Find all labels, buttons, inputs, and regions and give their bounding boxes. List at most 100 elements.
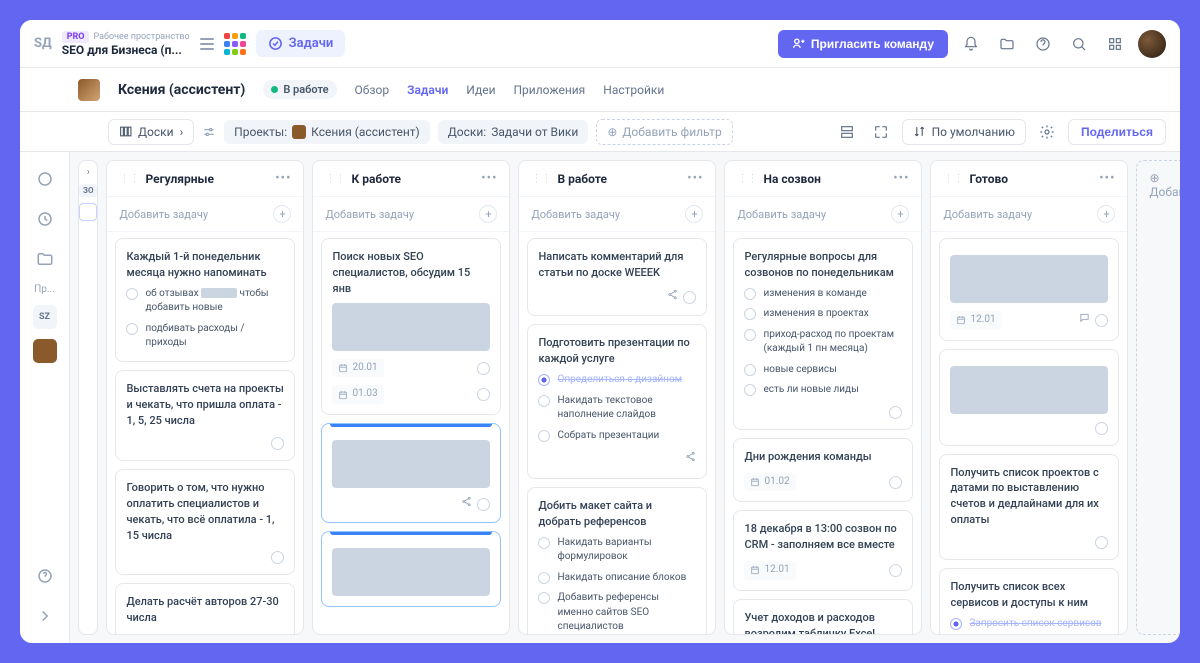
subtask-ring-icon[interactable] xyxy=(126,323,138,335)
rail-chevron-icon[interactable] xyxy=(30,601,60,631)
subtask-item[interactable]: подбивать расходы / приходы xyxy=(126,322,284,351)
task-card[interactable]: 18 декабря в 13:00 созвон по CRM - запол… xyxy=(733,510,913,590)
add-task-row[interactable]: Добавить задачу+ xyxy=(519,197,715,232)
add-column[interactable]: ⊕ Добав xyxy=(1136,160,1180,635)
task-card[interactable]: Подготовить презентации по каждой услуге… xyxy=(527,324,707,478)
gear-icon[interactable] xyxy=(1034,119,1060,145)
date-chip[interactable]: 20.01 xyxy=(332,359,383,378)
complete-ring-icon[interactable] xyxy=(683,291,696,304)
subtask-item[interactable]: Запросить список сервисов xyxy=(950,617,1108,632)
grip-icon[interactable]: ⋮⋮ xyxy=(737,173,757,184)
rail-circle-icon[interactable] xyxy=(30,164,60,194)
task-card[interactable]: Учет доходов и расходов возродим табличк… xyxy=(733,599,913,634)
subtask-ring-icon[interactable] xyxy=(538,592,550,604)
complete-ring-icon[interactable] xyxy=(889,406,902,419)
add-task-row[interactable]: Добавить задачу+ xyxy=(107,197,303,232)
share-icon[interactable] xyxy=(461,496,472,513)
task-card[interactable]: Делать расчёт авторов 27-30 числа12.01 xyxy=(115,583,295,634)
layout-icon[interactable] xyxy=(834,119,860,145)
complete-ring-icon[interactable] xyxy=(477,388,490,401)
rail-folder-icon[interactable] xyxy=(30,244,60,274)
subtask-item[interactable]: приход-расход по проектам (каждый 1 пн м… xyxy=(744,328,902,357)
task-card[interactable]: Регулярные вопросы для созвонов по понед… xyxy=(733,238,913,430)
subtask-item[interactable]: Определиться с дизайном xyxy=(538,373,696,388)
share-icon[interactable] xyxy=(667,289,678,306)
task-card[interactable]: Получить список проектов с датами по выс… xyxy=(939,454,1119,561)
collapsed-column[interactable]: › ЗО xyxy=(78,160,98,635)
task-card[interactable] xyxy=(939,349,1119,446)
subtask-item[interactable]: изменения в проектах xyxy=(744,307,902,322)
tab-overview[interactable]: Обзор xyxy=(355,83,390,97)
menu-icon[interactable] xyxy=(200,38,214,50)
task-card[interactable]: Выставлять счета на проекты и чекать, чт… xyxy=(115,370,295,461)
plus-icon[interactable]: + xyxy=(685,205,703,223)
share-button[interactable]: Поделиться xyxy=(1068,119,1166,145)
complete-ring-icon[interactable] xyxy=(477,498,490,511)
subtask-ring-icon[interactable] xyxy=(950,618,962,630)
column-menu-icon[interactable]: ••• xyxy=(687,171,703,186)
status-pill[interactable]: В работе xyxy=(263,80,336,99)
complete-ring-icon[interactable] xyxy=(1095,314,1108,327)
tab-apps[interactable]: Приложения xyxy=(514,83,586,97)
task-card[interactable] xyxy=(321,423,501,524)
grip-icon[interactable]: ⋮⋮ xyxy=(943,173,963,184)
plus-icon[interactable]: + xyxy=(479,205,497,223)
complete-ring-icon[interactable] xyxy=(1095,536,1108,549)
tasks-pill[interactable]: Задачи xyxy=(256,30,346,57)
subtask-ring-icon[interactable] xyxy=(126,288,138,300)
bell-icon[interactable] xyxy=(958,31,984,57)
expand-icon[interactable] xyxy=(868,119,894,145)
filter-boards[interactable]: Доски: Задачи от Вики xyxy=(438,120,589,144)
plus-icon[interactable]: + xyxy=(273,205,291,223)
grid-icon[interactable] xyxy=(1102,31,1128,57)
subtask-ring-icon[interactable] xyxy=(744,364,756,376)
tab-settings[interactable]: Настройки xyxy=(603,83,664,97)
subtask-ring-icon[interactable] xyxy=(538,395,550,407)
date-chip[interactable]: 01.02 xyxy=(744,473,795,492)
plus-icon[interactable]: + xyxy=(891,205,909,223)
subtask-item[interactable]: новые сервисы xyxy=(744,363,902,378)
task-card[interactable] xyxy=(321,531,501,607)
invite-team-button[interactable]: Пригласить команду xyxy=(778,30,948,58)
rail-clock-icon[interactable] xyxy=(30,204,60,234)
task-card[interactable]: Получить список всех сервисов и доступы … xyxy=(939,568,1119,634)
subtask-ring-icon[interactable] xyxy=(538,374,550,386)
subtask-item[interactable]: Собрать презентации xyxy=(538,429,696,444)
subtask-ring-icon[interactable] xyxy=(744,384,756,396)
search-icon[interactable] xyxy=(1066,31,1092,57)
complete-ring-icon[interactable] xyxy=(889,476,902,489)
date-chip[interactable]: 12.01 xyxy=(950,311,1001,330)
add-task-row[interactable]: Добавить задачу+ xyxy=(313,197,509,232)
plus-icon[interactable]: + xyxy=(1097,205,1115,223)
filter-projects[interactable]: Проекты: Ксения (ассистент) xyxy=(224,120,430,144)
column-menu-icon[interactable]: ••• xyxy=(893,171,909,186)
help-icon[interactable] xyxy=(1030,31,1056,57)
subtask-item[interactable]: есть ли новые лиды xyxy=(744,383,902,398)
subtask-ring-icon[interactable] xyxy=(744,329,756,341)
subtask-item[interactable]: об отзывах чтобы добавить новые xyxy=(126,287,284,316)
subtask-ring-icon[interactable] xyxy=(744,288,756,300)
grip-icon[interactable]: ⋮⋮ xyxy=(119,173,139,184)
folder-icon[interactable] xyxy=(994,31,1020,57)
rail-badge-sz[interactable]: SZ xyxy=(33,305,57,329)
column-menu-icon[interactable]: ••• xyxy=(481,171,497,186)
complete-ring-icon[interactable] xyxy=(1095,422,1108,435)
add-filter-button[interactable]: ⊕ Добавить фильтр xyxy=(596,119,732,145)
task-card[interactable]: Написать комментарий для статьи по доске… xyxy=(527,238,707,316)
date-chip[interactable]: 12.01 xyxy=(744,561,795,580)
subtask-item[interactable]: Накидать варианты формулировок xyxy=(538,536,696,565)
subtask-item[interactable]: Накидать текстовое наполнение слайдов xyxy=(538,394,696,423)
comment-icon[interactable] xyxy=(1079,312,1090,329)
rail-help-icon[interactable] xyxy=(30,561,60,591)
task-card[interactable]: Говорить о том, что нужно оплатить специ… xyxy=(115,469,295,576)
task-card[interactable]: Поиск новых SEO специалистов, обсудим 15… xyxy=(321,238,501,415)
user-avatar[interactable] xyxy=(1138,30,1166,58)
subtask-item[interactable]: изменения в команде xyxy=(744,287,902,302)
complete-ring-icon[interactable] xyxy=(477,362,490,375)
subtask-ring-icon[interactable] xyxy=(538,430,550,442)
column-menu-icon[interactable]: ••• xyxy=(275,171,291,186)
task-card[interactable]: 12.01 xyxy=(939,238,1119,341)
filter-sliders-icon[interactable] xyxy=(202,125,216,139)
share-icon[interactable] xyxy=(685,451,696,468)
tab-tasks[interactable]: Задачи xyxy=(407,83,448,97)
